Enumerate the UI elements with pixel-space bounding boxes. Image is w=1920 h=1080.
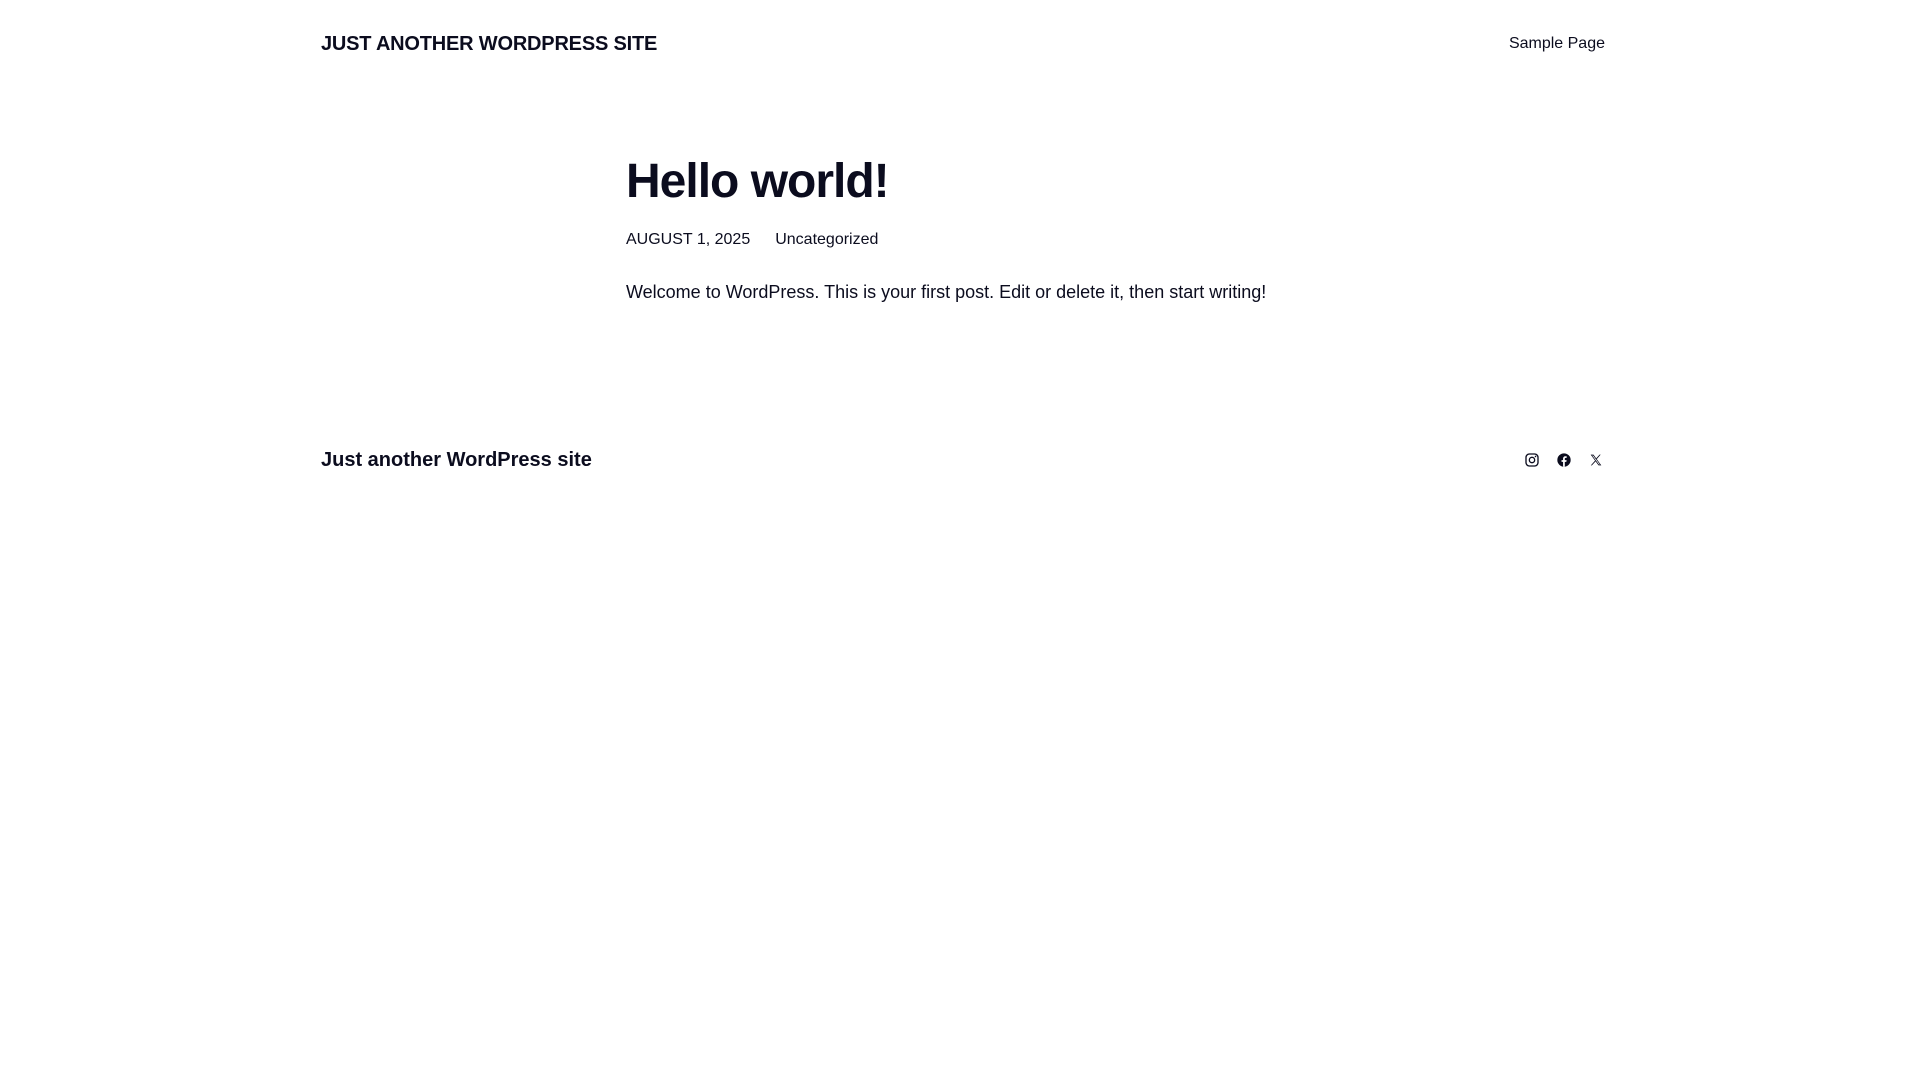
post-date: AUGUST 1, 2025 [626,231,751,248]
facebook-link[interactable] [1555,451,1573,469]
instagram-link[interactable] [1523,451,1541,469]
post-meta: AUGUST 1, 2025 Uncategorized [626,229,1306,251]
post: Hello world! AUGUST 1, 2025 Uncategorize… [626,150,1306,323]
social-links [1523,451,1605,469]
x-link[interactable] [1587,451,1605,469]
page: JUST ANOTHER WORDPRESS SITE Sample Page … [0,0,1920,1080]
site-title-link[interactable]: JUST ANOTHER WORDPRESS SITE [321,33,657,56]
post-content: Welcome to WordPress. This is your first… [626,282,1267,302]
instagram-icon [1525,453,1539,467]
x-icon [1590,454,1602,466]
post-category-link[interactable]: Uncategorized [775,229,878,251]
facebook-icon [1557,453,1571,467]
nav-link-sample-page[interactable]: Sample Page [1509,35,1605,52]
footer-site-title-link[interactable]: Just another WordPress site [321,449,592,472]
primary-navigation: Sample Page [1509,35,1605,53]
site-footer: Just another WordPress site [321,446,1605,474]
site-header: JUST ANOTHER WORDPRESS SITE Sample Page [321,26,1605,62]
post-title: Hello world! [626,155,890,208]
